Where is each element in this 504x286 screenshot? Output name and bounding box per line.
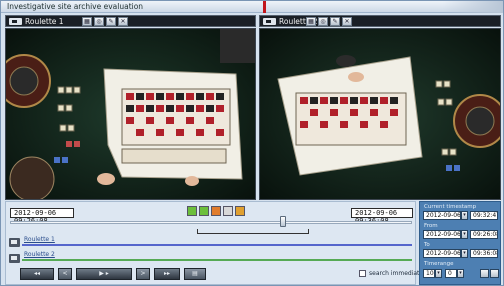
from-date-dropdown[interactable]: ▾	[461, 230, 468, 239]
timeline-slider-track[interactable]	[10, 221, 412, 224]
track-recording-bar	[22, 244, 412, 246]
snapshot-icon: ▦	[84, 18, 90, 25]
from-time-field[interactable]: 09:26:08	[470, 230, 498, 239]
camera-1-header: Roulette 1 ▦ ◎ ✎ ✕	[5, 15, 256, 27]
timeline-end-time[interactable]: 2012-09-06 09:36:08	[351, 208, 413, 225]
current-timestamp-label: Current timestamp	[424, 204, 477, 210]
export-clip-button[interactable]: ▤	[184, 268, 206, 280]
current-date-field[interactable]: 2012-09-06	[423, 211, 461, 220]
current-time-field[interactable]: 09:32:47	[470, 211, 498, 220]
mark-start-button[interactable]	[187, 206, 197, 216]
camera-1-name: Roulette 1	[25, 17, 64, 26]
title-bar: Investigative site archive evaluation	[1, 1, 503, 13]
to-date-field[interactable]: 2012-09-06	[423, 249, 461, 258]
camera-1-settings-button[interactable]: ✎	[106, 17, 116, 26]
step-forward-button[interactable]: >	[136, 268, 150, 280]
title-corner-decoration	[443, 1, 503, 13]
export-button[interactable]	[223, 206, 233, 216]
timerange-label: Timerange	[424, 261, 454, 267]
snapshot-icon: ▦	[308, 18, 314, 25]
camera-2-zoom-button[interactable]: ◎	[318, 17, 328, 26]
camera-2-settings-button[interactable]: ✎	[330, 17, 340, 26]
play-icon: ▶ ▸	[99, 270, 109, 277]
fast-forward-button[interactable]: ▸▸	[154, 268, 180, 280]
camera-2-header: Roulette 2 ▦ ◎ ✎ ✕	[259, 15, 501, 27]
camera-icon	[263, 18, 276, 25]
step-forward-icon: >	[140, 270, 146, 277]
camera-icon	[9, 18, 22, 25]
apply-button[interactable]	[480, 269, 489, 278]
track-row[interactable]: Roulette 1	[22, 236, 412, 250]
track-row[interactable]: Roulette 2	[22, 251, 412, 265]
fast-forward-icon: ▸▸	[163, 270, 171, 277]
camera-1-video[interactable]	[5, 28, 256, 200]
track-recording-bar	[22, 259, 412, 261]
mark-end-button[interactable]	[199, 206, 209, 216]
time-settings-panel: Current timestamp 2012-09-06 ▾ 09:32:47 …	[419, 201, 501, 285]
search-button[interactable]	[490, 269, 499, 278]
to-label: To	[424, 242, 430, 248]
alarm-button[interactable]	[235, 206, 245, 216]
timerange-unit-field[interactable]: 0	[445, 269, 457, 278]
rewind-icon: ◂◂	[33, 270, 41, 277]
timeline-slider-thumb[interactable]	[280, 216, 287, 227]
timerange-unit-dropdown[interactable]: ▾	[457, 269, 464, 278]
timeline-panel: 2012-09-06 09:26:08 2012-09-06 09:36:08 …	[5, 201, 428, 285]
to-time-field[interactable]: 09:36:08	[470, 249, 498, 258]
roulette-table-view-1	[6, 29, 255, 199]
window-title: Investigative site archive evaluation	[7, 2, 144, 11]
rewind-button[interactable]: ◂◂	[20, 268, 54, 280]
settings-icon: ✎	[332, 18, 338, 25]
play-button[interactable]: ▶ ▸	[76, 268, 132, 280]
timerange-value-field[interactable]: 10	[423, 269, 435, 278]
camera-1-close-button[interactable]: ✕	[118, 17, 128, 26]
camera-2-close-button[interactable]: ✕	[342, 17, 352, 26]
camera-1-snapshot-button[interactable]: ▦	[82, 17, 92, 26]
timerange-dropdown[interactable]: ▾	[435, 269, 442, 278]
current-date-dropdown[interactable]: ▾	[461, 211, 468, 220]
camera-track-icon	[9, 254, 20, 263]
close-icon: ✕	[344, 18, 350, 25]
to-date-dropdown[interactable]: ▾	[461, 249, 468, 258]
camera-track-icon	[9, 238, 20, 247]
timeline-start-time[interactable]: 2012-09-06 09:26:08	[10, 208, 74, 225]
playback-bar: ◂◂ < ▶ ▸ > ▸▸ ▤ search immediately	[10, 268, 428, 282]
zoom-icon: ◎	[320, 18, 326, 25]
camera-2-video[interactable]	[259, 28, 501, 200]
track-label: Roulette 1	[24, 236, 55, 243]
roulette-table-view-2	[260, 29, 500, 199]
step-back-button[interactable]: <	[58, 268, 72, 280]
title-accent	[263, 1, 266, 13]
track-label: Roulette 2	[24, 251, 55, 258]
search-immediately-checkbox[interactable]	[359, 270, 366, 277]
settings-icon: ✎	[108, 18, 114, 25]
archive-window: Investigative site archive evaluation Ro…	[0, 0, 504, 286]
step-back-icon: <	[62, 270, 68, 277]
bookmark-button[interactable]	[211, 206, 221, 216]
film-icon: ▤	[192, 270, 198, 277]
zoom-icon: ◎	[96, 18, 102, 25]
camera-1-zoom-button[interactable]: ◎	[94, 17, 104, 26]
from-date-field[interactable]: 2012-09-06	[423, 230, 461, 239]
camera-2-snapshot-button[interactable]: ▦	[306, 17, 316, 26]
from-label: From	[424, 223, 438, 229]
selection-range-bracket	[197, 229, 309, 234]
close-icon: ✕	[120, 18, 126, 25]
